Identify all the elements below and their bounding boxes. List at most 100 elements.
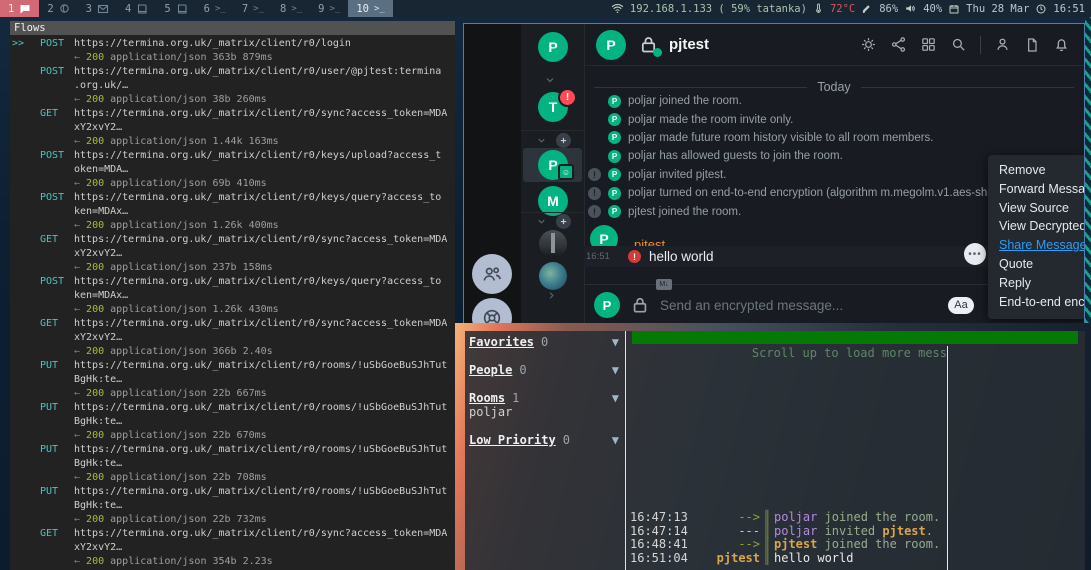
section-low-priority[interactable]: Low Priority0▼ bbox=[469, 433, 619, 447]
menu-item-end-to-end-encry[interactable]: End-to-end encry bbox=[988, 293, 1084, 312]
room-avatar-globe[interactable] bbox=[539, 262, 567, 290]
divider bbox=[521, 130, 584, 131]
timeline-event: !Ppoljar made the room invite only. bbox=[584, 110, 1084, 128]
message-context-menu: RemoveForward MessageView SourceView Dec… bbox=[988, 155, 1084, 319]
section-favorites[interactable]: Favorites0▼ bbox=[469, 335, 619, 349]
workspace-8[interactable]: 8>_ bbox=[272, 0, 310, 17]
flow-row[interactable]: PUThttps://termina.org.uk/_matrix/client… bbox=[10, 443, 455, 457]
flow-row[interactable]: GEThttps://termina.org.uk/_matrix/client… bbox=[10, 233, 455, 247]
chevron-down-icon[interactable] bbox=[536, 135, 547, 146]
markdown-toggle[interactable]: M↓ bbox=[656, 279, 672, 290]
collapse-triangle-icon[interactable]: ▼ bbox=[612, 335, 619, 349]
flow-row[interactable]: POSThttps://termina.org.uk/_matrix/clien… bbox=[10, 191, 455, 205]
unverified-warning-icon: ! bbox=[628, 250, 641, 263]
workspace-6[interactable]: 6>_ bbox=[196, 0, 234, 17]
members-button[interactable] bbox=[472, 254, 512, 294]
add-room-button[interactable] bbox=[556, 214, 571, 229]
menu-item-remove[interactable]: Remove bbox=[988, 161, 1084, 180]
room-avatar-tower[interactable] bbox=[539, 230, 567, 258]
clock-icon bbox=[1035, 3, 1047, 15]
menu-item-view-source[interactable]: View Source bbox=[988, 199, 1084, 218]
chevron-down-icon[interactable] bbox=[536, 216, 547, 227]
flow-response-text: ← 200 application/json 1.44k 163ms bbox=[74, 135, 455, 149]
flow-row[interactable]: GEThttps://termina.org.uk/_matrix/client… bbox=[10, 107, 455, 121]
flow-response: ← 200 application/json 38b 260ms bbox=[10, 93, 455, 107]
flow-row[interactable]: GEThttps://termina.org.uk/_matrix/client… bbox=[10, 527, 455, 541]
section-rooms[interactable]: Rooms1▼ bbox=[469, 391, 619, 405]
menu-item-share-message[interactable]: Share Message bbox=[988, 236, 1084, 255]
book-icon bbox=[176, 3, 188, 15]
message-options-button[interactable]: ••• bbox=[964, 243, 986, 265]
collapse-triangle-icon[interactable]: ▼ bbox=[612, 433, 619, 447]
collapse-triangle-icon[interactable]: ▼ bbox=[612, 363, 619, 377]
flow-row[interactable]: PUThttps://termina.org.uk/_matrix/client… bbox=[10, 401, 455, 415]
chevron-down-icon[interactable] bbox=[544, 74, 556, 86]
room-item[interactable]: poljar bbox=[469, 405, 512, 419]
event-avatar: P bbox=[608, 95, 621, 108]
flow-row[interactable]: POSThttps://termina.org.uk/_matrix/clien… bbox=[10, 149, 455, 163]
log-row: 16:47:13-->║poljar joined the room. bbox=[630, 511, 1085, 525]
chevron-right-icon[interactable] bbox=[546, 290, 557, 301]
settings-gear-icon[interactable] bbox=[860, 36, 877, 53]
workspace-number: 2 bbox=[47, 3, 53, 15]
event-text: pjtest joined the room. bbox=[628, 206, 741, 218]
mitmproxy-window[interactable]: Flows >>POSThttps://termina.org.uk/_matr… bbox=[10, 21, 455, 570]
log-prefix: pjtest bbox=[690, 552, 760, 566]
share-icon[interactable] bbox=[890, 36, 907, 53]
flow-row[interactable]: POSThttps://termina.org.uk/_matrix/clien… bbox=[10, 275, 455, 289]
user-avatar[interactable]: P bbox=[538, 32, 568, 62]
menu-item-reply[interactable]: Reply bbox=[988, 274, 1084, 293]
flow-method: PUT bbox=[40, 443, 74, 457]
message-input[interactable]: Send an encrypted message... bbox=[660, 298, 843, 313]
workspace-4[interactable]: 4 bbox=[117, 0, 156, 17]
search-icon[interactable] bbox=[950, 36, 967, 53]
flow-row[interactable]: PUThttps://termina.org.uk/_matrix/client… bbox=[10, 485, 455, 499]
flow-url: BgHk:te… bbox=[74, 457, 455, 471]
event-text: poljar joined the room. bbox=[628, 95, 742, 107]
files-icon[interactable] bbox=[1024, 37, 1040, 53]
workspace-9[interactable]: 9>_ bbox=[310, 0, 348, 17]
members-icon[interactable] bbox=[994, 36, 1011, 53]
flow-row-wrap: xY2xvY2… bbox=[10, 247, 455, 261]
section-people[interactable]: People0▼ bbox=[469, 363, 619, 377]
notifications-bell-icon[interactable] bbox=[1053, 36, 1070, 53]
menu-item-forward-message[interactable]: Forward Message bbox=[988, 180, 1084, 199]
workspace-3[interactable]: 3 bbox=[78, 0, 117, 17]
flow-response: ← 200 application/json 1.26k 430ms bbox=[10, 303, 455, 317]
format-button[interactable]: Aa bbox=[948, 297, 974, 314]
thermometer-icon bbox=[813, 2, 824, 15]
flow-row[interactable]: >>POSThttps://termina.org.uk/_matrix/cli… bbox=[10, 37, 455, 51]
flow-method: PUT bbox=[40, 359, 74, 373]
section-name: Rooms bbox=[469, 391, 505, 405]
explore-button[interactable] bbox=[472, 298, 512, 325]
element-window[interactable]: P T ! P ☺ M P bbox=[463, 23, 1085, 325]
flow-response: ← 200 application/json 237b 158ms bbox=[10, 261, 455, 275]
clock: 16:51 bbox=[1053, 3, 1085, 15]
collapse-triangle-icon[interactable]: ▼ bbox=[612, 391, 619, 405]
flow-response: ← 200 application/json 22b 670ms bbox=[10, 429, 455, 443]
flow-response-text: ← 200 application/json 1.26k 430ms bbox=[74, 303, 455, 317]
timeline-event: !Ppoljar joined the room. bbox=[584, 92, 1084, 110]
flow-marker bbox=[10, 527, 40, 541]
flow-row[interactable]: POSThttps://termina.org.uk/_matrix/clien… bbox=[10, 65, 455, 79]
composer-avatar[interactable]: P bbox=[594, 292, 620, 318]
gomuks-window[interactable]: Favorites0▼ People0▼ Rooms1▼poljar Low Prio… bbox=[465, 331, 1085, 570]
flow-marker bbox=[10, 233, 40, 247]
log-message: poljar joined the room. bbox=[774, 511, 1085, 525]
flow-row[interactable]: GEThttps://termina.org.uk/_matrix/client… bbox=[10, 317, 455, 331]
apps-grid-icon[interactable] bbox=[920, 36, 937, 53]
room-avatar[interactable]: P bbox=[596, 30, 626, 60]
flow-list: >>POSThttps://termina.org.uk/_matrix/cli… bbox=[10, 35, 455, 569]
workspace-2[interactable]: 2 bbox=[39, 0, 77, 17]
log-message: hello world bbox=[774, 552, 1085, 566]
flow-response: ← 200 application/json 1.26k 400ms bbox=[10, 219, 455, 233]
workspace-7[interactable]: 7>_ bbox=[234, 0, 272, 17]
menu-item-quote[interactable]: Quote bbox=[988, 255, 1084, 274]
add-room-button[interactable] bbox=[556, 133, 571, 148]
workspace-1[interactable]: 1 bbox=[0, 0, 39, 17]
workspace-10[interactable]: 10>_ bbox=[348, 0, 393, 17]
flow-row[interactable]: PUThttps://termina.org.uk/_matrix/client… bbox=[10, 359, 455, 373]
workspace-5[interactable]: 5 bbox=[156, 0, 195, 17]
flow-url: https://termina.org.uk/_matrix/client/r0… bbox=[74, 359, 455, 373]
menu-item-view-decrypted-s[interactable]: View Decrypted S bbox=[988, 217, 1084, 236]
